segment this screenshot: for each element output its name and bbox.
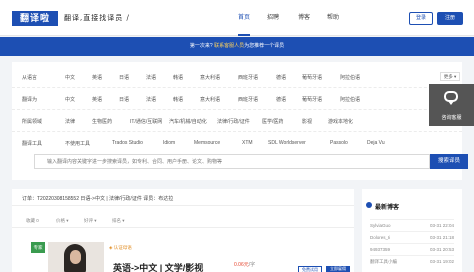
filter-option[interactable]: 游戏本地化 xyxy=(328,118,353,125)
site-logo[interactable]: 翻译啦 xyxy=(12,11,58,26)
more-dropdown[interactable]: 更多 ▾ xyxy=(440,72,460,81)
order-info: 订单：T20220308158552 日语->中文 | 法律/行政/证件 译员：… xyxy=(22,196,174,202)
filter-option[interactable]: 意大利语 xyxy=(200,96,220,103)
filter-option[interactable]: 日语 xyxy=(119,96,129,103)
filter-label: 翻译为 xyxy=(22,97,38,103)
filter-option[interactable]: 西班牙语 xyxy=(238,74,258,81)
filter-option[interactable]: 中文 xyxy=(65,74,75,81)
promo-banner: 第一次来? 联系客服人员为您推荐一个译员 xyxy=(0,37,474,56)
filter-row-tools: 翻译工具 不使用工具 Trados Studio Idiom Memsource… xyxy=(12,132,462,154)
filter-option[interactable]: 韩语 xyxy=(173,74,183,81)
nav-blog[interactable]: 博客 xyxy=(298,0,310,36)
filter-option[interactable]: 生物医药 xyxy=(92,118,112,125)
filter-option[interactable]: 不使用工具 xyxy=(65,140,90,147)
price-value: 0.06元 xyxy=(234,262,249,268)
register-button[interactable]: 注册 xyxy=(437,12,463,25)
top-header: 翻译啦 翻译,直接找译员 / 首页 招聘 博客 帮助 登录 注册 xyxy=(0,0,474,36)
nav-home[interactable]: 首页 xyxy=(238,0,251,36)
expert-badge: 专家 xyxy=(31,242,45,253)
divider xyxy=(12,205,354,206)
filter-option[interactable]: 葡萄牙语 xyxy=(302,96,322,103)
filter-option[interactable]: 韩语 xyxy=(173,96,183,103)
filter-label: 从语言 xyxy=(22,75,38,81)
blog-date: 03-31 19:02 xyxy=(429,259,454,264)
filter-option[interactable]: 日语 xyxy=(119,74,129,81)
sort-price[interactable]: 价格 ▾ xyxy=(56,218,69,224)
blog-author: SylviaGuo xyxy=(370,223,391,228)
filter-option[interactable]: 法语 xyxy=(146,96,156,103)
free-trial-button[interactable]: 免费试用 xyxy=(298,266,322,272)
banner-suffix: 为您推荐一个译员 xyxy=(244,43,285,49)
blog-icon xyxy=(366,202,372,208)
chat-bubble-icon xyxy=(444,91,458,105)
filter-option[interactable]: Idiom xyxy=(163,140,175,146)
hire-button[interactable]: 立即雇佣 xyxy=(326,266,350,272)
sort-rating[interactable]: 好评 ▾ xyxy=(84,218,97,224)
filter-label: 所属领域 xyxy=(22,119,43,125)
latest-blog-sidebar: 最新博客 SylviaGuo 03-31 22:04 Dolores_Ii 03… xyxy=(362,189,462,272)
banner-prefix: 第一次来? xyxy=(189,43,215,49)
search-box xyxy=(34,154,430,169)
filter-option[interactable]: XTM xyxy=(242,140,253,146)
filter-option[interactable]: 阿拉伯语 xyxy=(340,74,360,81)
translator-listing: 订单：T20220308158552 日语->中文 | 法律/行政/证件 译员：… xyxy=(12,189,354,272)
filter-row-domain: 所属领域 法律 生物医药 IT/通信/互联网 汽车/机械/自动化 法律/行政/证… xyxy=(12,110,462,132)
avatar-face xyxy=(70,250,81,264)
customer-service-widget[interactable]: 咨询客服 xyxy=(429,84,474,126)
price-label: 0.06元/字 xyxy=(234,261,255,268)
search-button[interactable]: 搜索译员 xyxy=(430,154,468,169)
blog-list-item[interactable]: 翻译工具小编 03-31 19:02 xyxy=(370,255,454,267)
filter-option[interactable]: 英语 xyxy=(92,96,102,103)
login-button[interactable]: 登录 xyxy=(409,12,433,25)
filter-row-target-language: 翻译为 中文 英语 日语 法语 韩语 意大利语 西班牙语 德语 葡萄牙语 阿拉伯… xyxy=(12,88,462,110)
filter-panel: 从语言 中文 英语 日语 法语 韩语 意大利语 西班牙语 德语 葡萄牙语 阿拉伯… xyxy=(12,62,468,180)
price-unit: /字 xyxy=(248,262,256,268)
filter-option[interactable]: Trados Studio xyxy=(112,140,143,146)
filter-option[interactable]: 葡萄牙语 xyxy=(302,74,322,81)
filter-option[interactable]: 医学/医药 xyxy=(262,118,283,125)
nav-help[interactable]: 帮助 xyxy=(327,0,339,36)
filter-option[interactable]: Memsource xyxy=(194,140,220,146)
divider xyxy=(12,227,354,228)
sidebar-heading: 最新博客 xyxy=(375,205,400,211)
filter-option[interactable]: IT/通信/互联网 xyxy=(130,118,162,125)
banner-highlight-link[interactable]: 联系客服人员 xyxy=(214,43,244,49)
filter-option[interactable]: 西班牙语 xyxy=(238,96,258,103)
filter-option[interactable]: Passolo xyxy=(330,140,348,146)
filter-option[interactable]: SDL Worldserver xyxy=(268,140,306,146)
sort-rank[interactable]: 排名 ▾ xyxy=(112,218,125,224)
filter-option[interactable]: 影视 xyxy=(302,118,312,125)
blog-author: 94937359 xyxy=(370,247,391,252)
blog-author: 翻译工具小编 xyxy=(370,259,397,264)
filter-option[interactable]: 意大利语 xyxy=(200,74,220,81)
filter-option[interactable]: 英语 xyxy=(92,74,102,81)
filter-option[interactable]: 阿拉伯语 xyxy=(340,96,360,103)
filter-option[interactable]: 德语 xyxy=(276,74,286,81)
filter-option[interactable]: 德语 xyxy=(276,96,286,103)
nav-jobs[interactable]: 招聘 xyxy=(267,0,279,36)
filter-option[interactable]: Deja Vu xyxy=(367,140,385,146)
blog-list-item[interactable]: 94937359 03-31 20:53 xyxy=(370,243,454,255)
filter-row-source-language: 从语言 中文 英语 日语 法语 韩语 意大利语 西班牙语 德语 葡萄牙语 阿拉伯… xyxy=(12,66,462,88)
filter-option[interactable]: 法律/行政/证件 xyxy=(217,118,250,125)
blog-list-item[interactable]: SylviaGuo 03-31 22:04 xyxy=(370,219,454,231)
site-slogan: 翻译,直接找译员 / xyxy=(64,14,130,22)
sort-favorites[interactable]: 收藏 0 xyxy=(26,218,39,224)
customer-service-label: 咨询客服 xyxy=(441,115,462,121)
blog-author: Dolores_Ii xyxy=(370,235,391,240)
filter-option[interactable]: 汽车/机械/自动化 xyxy=(169,118,207,125)
filter-option[interactable]: 法律 xyxy=(65,118,75,125)
verified-tag: ◈ 认证母语 xyxy=(109,245,132,250)
translator-avatar[interactable] xyxy=(48,242,104,272)
blog-list-item[interactable]: Dolores_Ii 03-31 21:18 xyxy=(370,231,454,243)
translator-title[interactable]: 英语->中文 | 文学/影视 xyxy=(113,261,203,272)
filter-option[interactable]: 法语 xyxy=(146,74,156,81)
filter-option[interactable]: 中文 xyxy=(65,96,75,103)
search-input[interactable] xyxy=(35,155,429,168)
filter-label: 翻译工具 xyxy=(22,141,43,147)
